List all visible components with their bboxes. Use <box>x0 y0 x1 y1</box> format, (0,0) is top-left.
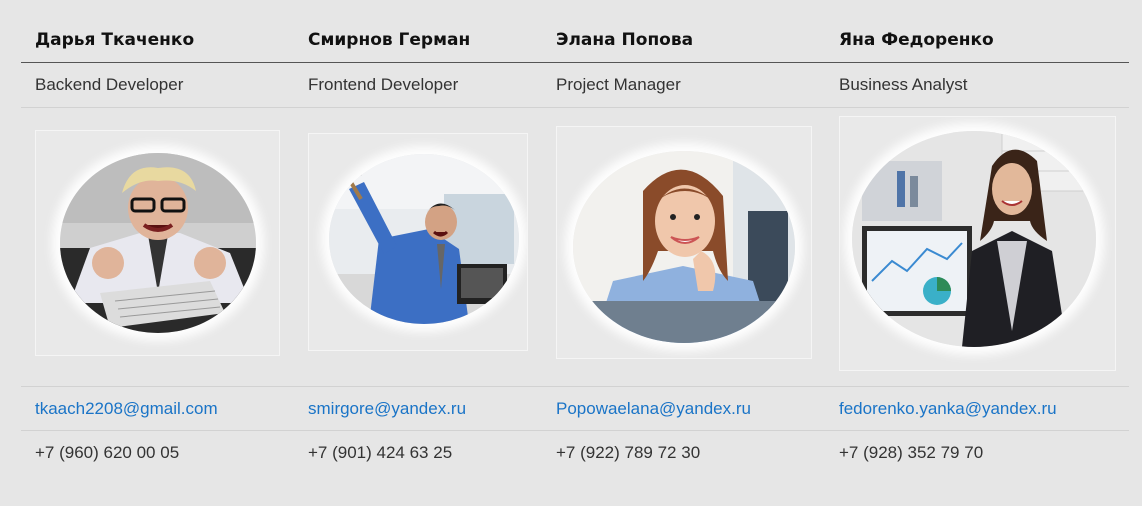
frustrated-office-worker-photo-icon <box>329 154 519 324</box>
employee-name: Элана Попова <box>556 30 694 50</box>
emails-row: tkaach2208@gmail.com smirgore@yandex.ru … <box>21 387 1129 431</box>
angry-programmer-photo-icon <box>60 153 256 333</box>
employee-role: Backend Developer <box>35 75 184 94</box>
roles-row: Backend Developer Frontend Developer Pro… <box>21 63 1129 108</box>
employee-name: Яна Федоренко <box>839 30 994 50</box>
team-table: Дарья Ткаченко Смирнов Герман Элана Попо… <box>21 0 1129 479</box>
email-link[interactable]: fedorenko.yanka@yandex.ru <box>839 399 1057 419</box>
employee-role: Business Analyst <box>839 75 968 94</box>
email-link[interactable]: tkaach2208@gmail.com <box>35 399 218 419</box>
employee-role: Frontend Developer <box>308 75 459 94</box>
phones-row: +7 (960) 620 00 05 +7 (901) 424 63 25 +7… <box>21 431 1129 479</box>
phone-number: +7 (922) 789 72 30 <box>556 443 701 462</box>
phone-number: +7 (960) 620 00 05 <box>35 443 180 462</box>
smiling-woman-photo-icon <box>573 151 795 343</box>
email-link[interactable]: Popowaelana@yandex.ru <box>556 399 751 419</box>
photos-row <box>21 108 1129 387</box>
photo-frame <box>839 116 1116 371</box>
photo-frame <box>556 126 812 359</box>
phone-number: +7 (928) 352 79 70 <box>839 443 984 462</box>
names-row: Дарья Ткаченко Смирнов Герман Элана Попо… <box>21 0 1129 63</box>
phone-number: +7 (901) 424 63 25 <box>308 443 453 462</box>
photo-frame <box>35 130 280 356</box>
photo-frame <box>308 133 528 351</box>
email-link[interactable]: smirgore@yandex.ru <box>308 399 466 419</box>
employee-role: Project Manager <box>556 75 681 94</box>
employee-name: Смирнов Герман <box>308 30 471 50</box>
employee-name: Дарья Ткаченко <box>35 30 195 50</box>
businesswoman-photo-icon <box>852 131 1096 347</box>
